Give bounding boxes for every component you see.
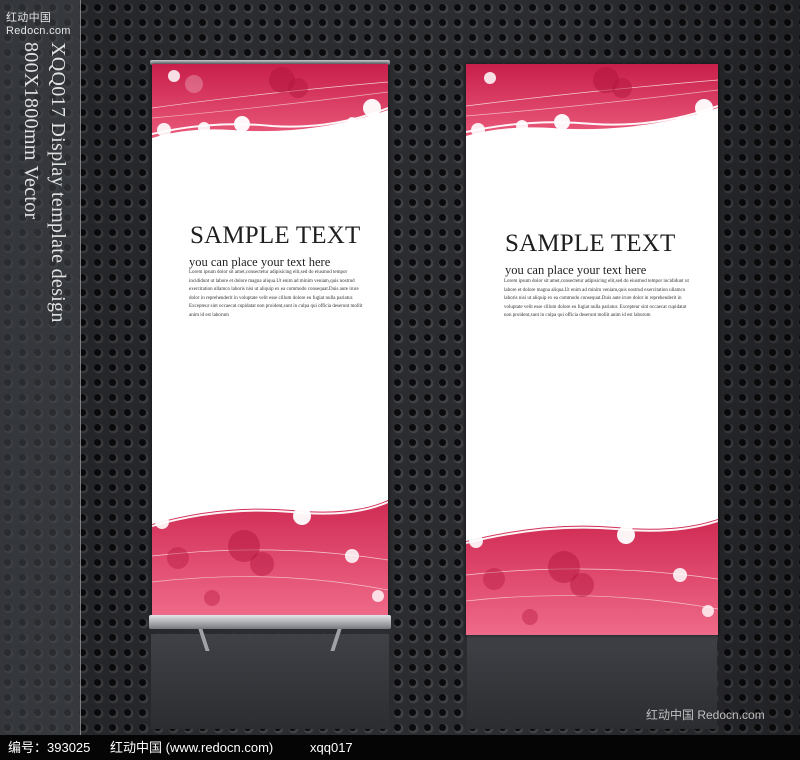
right-banner: SAMPLE TEXT you can place your text here… — [466, 64, 718, 635]
banner-body-text: Lorem ipsum dolor sit amet,consectetur a… — [504, 279, 689, 319]
banner-subtitle: you can place your text here — [505, 263, 647, 277]
watermark-top: 红动中国 Redocn.com — [6, 12, 71, 37]
watermark-bottom-right: 红动中国 Redocn.com — [646, 708, 765, 722]
perforated-metal-background: 红动中国 Redocn.com XQQ017 Display template … — [0, 0, 800, 735]
footer-code: xqq017 — [310, 740, 353, 755]
banner-art-bottom — [466, 519, 718, 635]
banner-title: SAMPLE TEXT — [505, 230, 676, 257]
vertical-title-line-2: 800X1800mm Vector — [20, 42, 42, 220]
banner-body-text: Lorem ipsum dolor sit amet,consectetur a… — [189, 270, 363, 318]
banner-subtitle: you can place your text here — [189, 255, 331, 269]
vertical-title-line-1: XQQ017 Display template design — [47, 42, 69, 323]
left-stand-base — [151, 634, 389, 729]
footer-bar: 编号：393025 红动中国 (www.redocn.com) xqq017 — [0, 735, 800, 760]
left-base-cassette — [149, 615, 391, 629]
banner-art-top — [152, 64, 388, 138]
footer-id: 编号：393025 — [8, 740, 91, 755]
banner-art-bottom — [152, 500, 388, 616]
banner-title: SAMPLE TEXT — [190, 222, 361, 249]
footer-site-link[interactable]: 红动中国 (www.redocn.com) — [110, 735, 273, 760]
banner-art-top — [466, 64, 718, 137]
side-info-strip: 红动中国 Redocn.com XQQ017 Display template … — [0, 0, 81, 735]
left-banner: SAMPLE TEXT you can place your text here… — [152, 64, 388, 616]
